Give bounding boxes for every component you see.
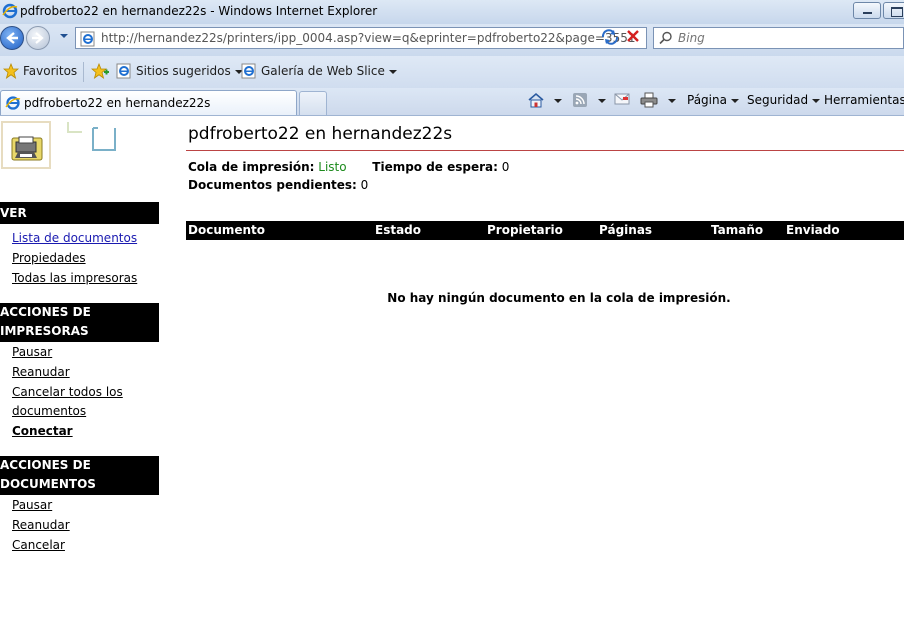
sidebar-link-cancel-all-line2[interactable]: documentos bbox=[12, 404, 86, 418]
web-slice-label: Galería de Web Slice bbox=[261, 64, 385, 78]
web-slice-ie-icon bbox=[241, 63, 257, 82]
tab-ie-icon bbox=[5, 95, 21, 114]
sidebar-header-printer-actions: ACCIONES DE IMPRESORAS bbox=[0, 303, 159, 342]
column-header-owner[interactable]: Propietario bbox=[487, 223, 563, 237]
tab-label: pdfroberto22 en hernandez22s bbox=[24, 96, 211, 110]
home-dropdown[interactable] bbox=[550, 93, 562, 107]
chevron-down-icon bbox=[730, 98, 739, 103]
ie-logo-icon bbox=[2, 3, 18, 22]
wait-time-label: Tiempo de espera: bbox=[372, 160, 498, 174]
sidebar-header-document-actions: ACCIONES DE DOCUMENTOS bbox=[0, 456, 159, 495]
column-header-status[interactable]: Estado bbox=[375, 223, 421, 237]
favorites-separator bbox=[83, 62, 84, 82]
read-mail-icon[interactable] bbox=[614, 92, 630, 109]
tools-menu[interactable]: Herramientas bbox=[824, 93, 904, 107]
column-header-pages[interactable]: Páginas bbox=[599, 223, 652, 237]
sidebar-link-document-list[interactable]: Lista de documentos bbox=[12, 231, 137, 245]
home-icon[interactable] bbox=[527, 92, 545, 111]
chevron-down-icon bbox=[388, 69, 397, 74]
queue-status-line: Cola de impresión: Listo Tiempo de esper… bbox=[188, 160, 509, 174]
sidebar-link-resume-document[interactable]: Reanudar bbox=[12, 518, 70, 532]
sidebar-header-document-actions-line2: DOCUMENTOS bbox=[0, 477, 96, 491]
tools-menu-label: Herramientas bbox=[824, 93, 904, 107]
title-bar: pdfroberto22 en hernandez22s - Windows I… bbox=[0, 0, 904, 24]
printer-folder-icon bbox=[1, 121, 116, 169]
search-box[interactable] bbox=[653, 27, 904, 49]
security-menu[interactable]: Seguridad bbox=[747, 93, 821, 107]
add-favorite-icon[interactable] bbox=[90, 62, 109, 82]
page-menu-label: Página bbox=[687, 93, 727, 107]
suggested-sites-link[interactable]: Sitios sugeridos bbox=[136, 64, 243, 78]
column-header-document[interactable]: Documento bbox=[188, 223, 265, 237]
back-button[interactable] bbox=[0, 26, 24, 50]
window-title: pdfroberto22 en hernandez22s - Windows I… bbox=[20, 4, 378, 18]
address-bar: http://hernandez22s/printers/ipp_0004.as… bbox=[0, 24, 904, 56]
sidebar-link-cancel-all-line1[interactable]: Cancelar todos los bbox=[12, 385, 123, 399]
favorites-button[interactable]: Favoritos bbox=[23, 64, 77, 78]
page-title: pdfroberto22 en hernandez22s bbox=[188, 124, 453, 144]
sidebar-header-printer-actions-line2: IMPRESORAS bbox=[0, 324, 89, 338]
sidebar-link-connect[interactable]: Conectar bbox=[12, 424, 73, 438]
favorites-star-icon bbox=[2, 62, 20, 82]
sidebar-link-properties[interactable]: Propiedades bbox=[12, 251, 86, 265]
print-dropdown[interactable] bbox=[664, 93, 676, 107]
page-content: VER Lista de documentos Propiedades Toda… bbox=[0, 116, 904, 617]
sidebar-header-printer-actions-line1: ACCIONES DE bbox=[0, 305, 91, 319]
queue-status-value: Listo bbox=[318, 160, 347, 174]
queue-table-header: Documento Estado Propietario Páginas Tam… bbox=[186, 221, 904, 240]
security-menu-label: Seguridad bbox=[747, 93, 809, 107]
empty-queue-message: No hay ningún documento en la cola de im… bbox=[387, 291, 731, 305]
sidebar-link-cancel-document[interactable]: Cancelar bbox=[12, 538, 65, 552]
chevron-down-icon bbox=[554, 98, 562, 103]
sidebar-link-pause-printer[interactable]: Pausar bbox=[12, 345, 52, 359]
minimize-button[interactable] bbox=[853, 2, 881, 19]
tab-active[interactable]: pdfroberto22 en hernandez22s bbox=[0, 90, 297, 115]
page-ie-icon bbox=[80, 31, 96, 50]
feeds-icon[interactable] bbox=[572, 92, 588, 111]
refresh-icon[interactable] bbox=[600, 28, 620, 49]
search-input[interactable] bbox=[676, 30, 900, 46]
url-box[interactable]: http://hernandez22s/printers/ipp_0004.as… bbox=[75, 27, 670, 50]
new-tab-button[interactable] bbox=[299, 91, 327, 115]
sidebar-link-all-printers[interactable]: Todas las impresoras bbox=[12, 271, 137, 285]
sidebar-header-document-actions-line1: ACCIONES DE bbox=[0, 458, 91, 472]
chevron-down-icon bbox=[598, 98, 606, 103]
pending-docs-line: Documentos pendientes: 0 bbox=[188, 178, 368, 192]
forward-arrow-icon bbox=[32, 32, 44, 44]
sidebar-link-resume-printer[interactable]: Reanudar bbox=[12, 365, 70, 379]
pending-docs-label: Documentos pendientes: bbox=[188, 178, 357, 192]
recent-pages-dropdown[interactable] bbox=[60, 34, 68, 38]
back-arrow-icon bbox=[6, 32, 18, 44]
chevron-down-icon bbox=[668, 98, 676, 103]
suggested-sites-ie-icon bbox=[116, 63, 132, 82]
search-icon bbox=[659, 31, 673, 48]
column-header-size[interactable]: Tamaño bbox=[711, 223, 763, 237]
queue-status-label: Cola de impresión: bbox=[188, 160, 315, 174]
page-menu[interactable]: Página bbox=[687, 93, 739, 107]
suggested-sites-label: Sitios sugeridos bbox=[136, 64, 231, 78]
column-header-submitted[interactable]: Enviado bbox=[786, 223, 840, 237]
sidebar-link-pause-document[interactable]: Pausar bbox=[12, 498, 52, 512]
printer-logo bbox=[0, 116, 160, 196]
pending-docs-value: 0 bbox=[360, 178, 369, 192]
stop-icon[interactable] bbox=[626, 29, 640, 46]
forward-button[interactable] bbox=[26, 26, 50, 50]
sidebar-header-view-label: VER bbox=[0, 206, 27, 220]
title-divider bbox=[186, 150, 904, 151]
favorites-bar: Favoritos Sitios sugeridos Galería de We… bbox=[0, 56, 904, 88]
feeds-dropdown[interactable] bbox=[594, 93, 606, 107]
tab-bar: pdfroberto22 en hernandez22s Página Segu… bbox=[0, 88, 904, 116]
url-text[interactable]: http://hernandez22s/printers/ipp_0004.as… bbox=[101, 31, 641, 45]
wait-time-value: 0 bbox=[501, 160, 510, 174]
sidebar-header-view: VER bbox=[0, 202, 159, 224]
print-icon[interactable] bbox=[640, 92, 658, 111]
chevron-down-icon bbox=[812, 98, 821, 103]
maximize-button[interactable] bbox=[883, 2, 904, 19]
web-slice-gallery-link[interactable]: Galería de Web Slice bbox=[261, 64, 397, 78]
